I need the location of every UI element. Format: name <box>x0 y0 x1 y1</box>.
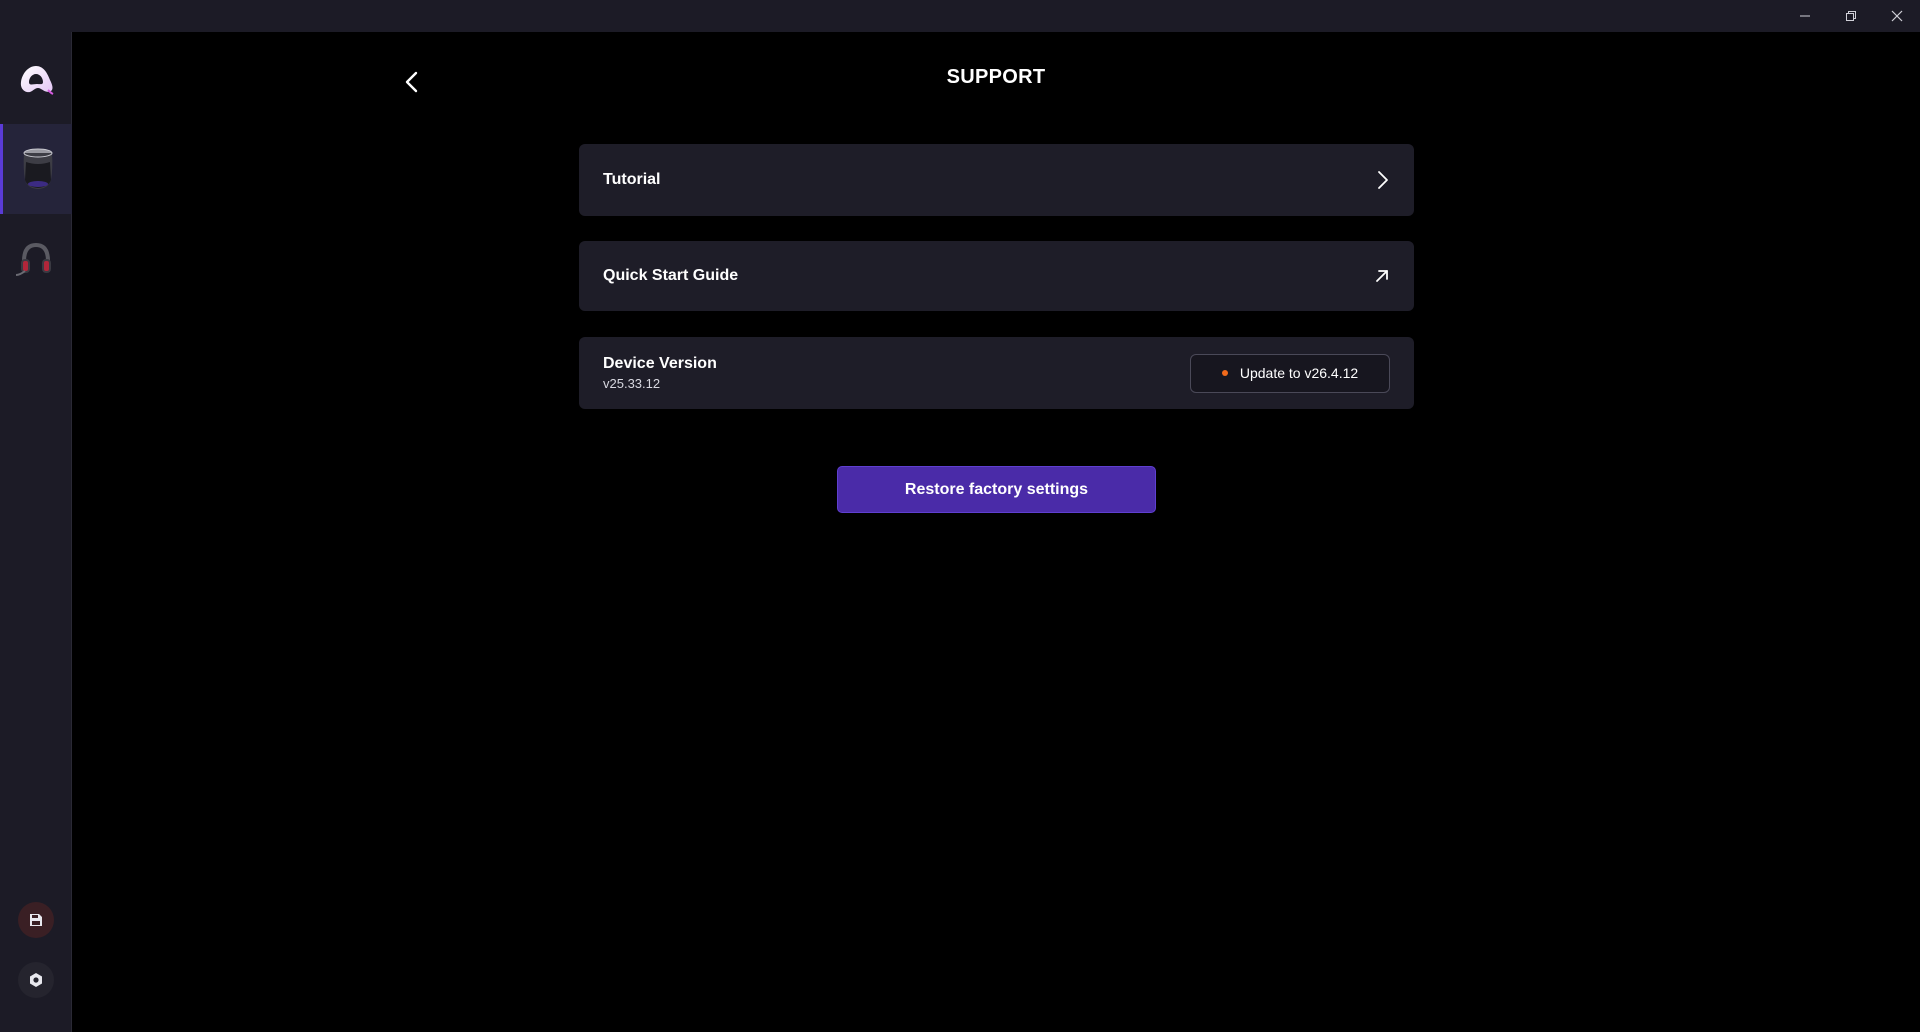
quick-start-guide-item[interactable]: Quick Start Guide <box>579 241 1414 311</box>
tutorial-label: Tutorial <box>603 171 661 188</box>
update-available-dot <box>1221 370 1228 376</box>
window-controls <box>1782 0 1920 32</box>
restore-icon <box>1846 11 1856 21</box>
headset-device-icon <box>15 242 51 276</box>
app-logo-icon <box>20 66 54 95</box>
update-button-label: Update to v26.4.12 <box>1239 365 1359 381</box>
restore-button[interactable] <box>1828 0 1874 32</box>
device-version-value: v25.33.12 <box>603 376 661 391</box>
quick-start-guide-label: Quick Start Guide <box>603 267 739 284</box>
settings-button[interactable] <box>18 962 54 998</box>
page-title: SUPPORT <box>946 66 1046 88</box>
external-link-icon <box>1376 270 1388 282</box>
update-firmware-button[interactable]: Update to v26.4.12 <box>1190 353 1390 393</box>
main-content: SUPPORT Tutorial Quick Start Guide Devic… <box>72 32 1920 1032</box>
minimize-button[interactable] <box>1782 0 1828 32</box>
restore-factory-settings-button[interactable]: Restore factory settings <box>837 466 1156 513</box>
tutorial-item[interactable]: Tutorial <box>579 144 1414 216</box>
speaker-device-icon <box>23 148 52 189</box>
save-icon <box>30 914 42 926</box>
sidebar-item-headset[interactable] <box>0 214 72 304</box>
device-version-label: Device Version <box>603 355 717 372</box>
save-button[interactable] <box>18 902 54 938</box>
device-version-info: Device Version v25.33.12 <box>603 355 717 391</box>
title-bar <box>0 0 1920 32</box>
chevron-right-icon <box>1378 171 1388 189</box>
close-icon <box>1891 10 1903 22</box>
app-logo[interactable] <box>16 60 56 100</box>
gear-icon <box>30 973 42 987</box>
sidebar <box>0 32 72 1032</box>
sidebar-item-speaker[interactable] <box>0 124 72 214</box>
device-version-item: Device Version v25.33.12 Update to v26.4… <box>579 337 1414 409</box>
close-button[interactable] <box>1874 0 1920 32</box>
minimize-icon <box>1800 15 1810 17</box>
